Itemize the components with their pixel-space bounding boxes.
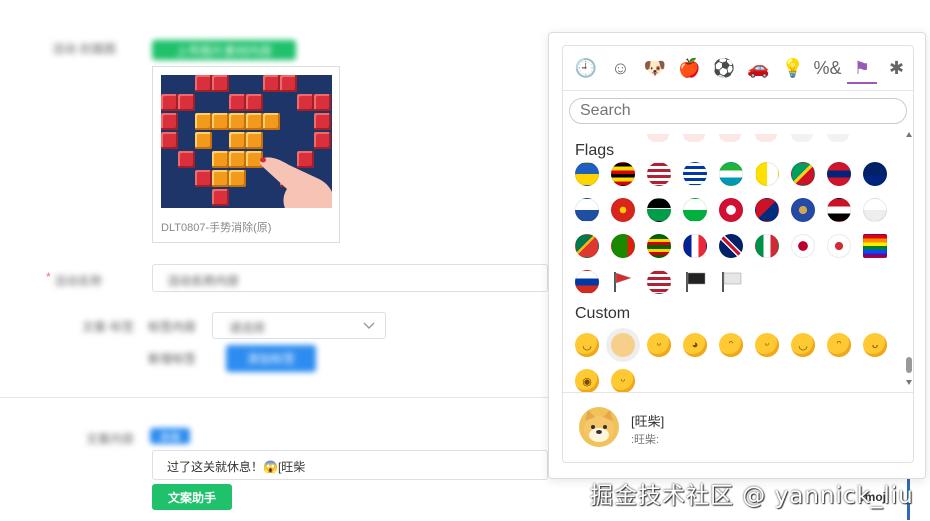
custom-emoji-icon[interactable]: ᴗ bbox=[863, 333, 887, 357]
name-input[interactable]: 活动名称内容 bbox=[152, 264, 548, 292]
game-thumbnail bbox=[161, 75, 332, 208]
country-flag-icon[interactable] bbox=[791, 162, 815, 186]
image-caption: DLT0807-手势消除(原) bbox=[161, 222, 272, 234]
required-asterisk: * bbox=[46, 270, 51, 284]
category-tab-activity-icon[interactable]: ⚽ bbox=[709, 54, 739, 82]
emoji-picker: 🕘☺🐶🍎⚽🚗💡%&⚑✱ Flags Custom ◡ᵕ◕ᵔᵕ◡ᵔᴗ◉ᵕ [旺柴]… bbox=[548, 32, 926, 479]
country-flag-icon[interactable] bbox=[575, 198, 599, 222]
country-flag-icon[interactable] bbox=[827, 234, 851, 258]
faded-prev-row bbox=[647, 134, 887, 142]
image-card[interactable]: DLT0807-手势消除(原) bbox=[152, 66, 340, 243]
country-flag-icon[interactable] bbox=[719, 162, 743, 186]
doge-preview-icon bbox=[579, 407, 619, 447]
category-bar: 🕘 ☺ 🐶 🍎 ⚽ 🚗 💡 %& ⚑ ✱ bbox=[563, 46, 913, 91]
custom-section-title: Custom bbox=[575, 305, 631, 322]
white-flag-icon[interactable] bbox=[719, 270, 743, 294]
tag-text: 标签内容 bbox=[148, 320, 197, 334]
country-flag-icon[interactable] bbox=[611, 198, 635, 222]
tag-label: 文案·标签 bbox=[82, 320, 134, 334]
country-flag-icon[interactable] bbox=[791, 198, 815, 222]
upload-button[interactable]: 上传图片素材内容 bbox=[152, 40, 296, 60]
content-textarea[interactable]: 过了这关就休息！😱[旺柴 bbox=[152, 450, 548, 480]
category-tab-objects-icon[interactable]: 💡 bbox=[778, 54, 808, 82]
category-tab-flags-icon[interactable]: ⚑ bbox=[847, 54, 877, 84]
emoji-picker-inner: 🕘☺🐶🍎⚽🚗💡%&⚑✱ Flags Custom ◡ᵕ◕ᵔᵕ◡ᵔᴗ◉ᵕ [旺柴]… bbox=[562, 45, 914, 463]
country-flag-icon[interactable] bbox=[719, 234, 743, 258]
country-flag-icon[interactable] bbox=[827, 198, 851, 222]
country-flag-icon[interactable] bbox=[863, 162, 887, 186]
emoji-search-input[interactable] bbox=[569, 98, 907, 124]
country-flag-icon[interactable] bbox=[683, 198, 707, 222]
category-tab-animals-icon[interactable]: 🐶 bbox=[640, 54, 670, 82]
section-divider bbox=[0, 397, 548, 398]
preview-code: :旺柴: bbox=[631, 434, 660, 446]
country-flag-icon[interactable] bbox=[647, 162, 671, 186]
custom-emoji-icon[interactable]: ◕ bbox=[683, 333, 707, 357]
custom-emoji-icon[interactable]: ◡ bbox=[575, 333, 599, 357]
chevron-down-icon bbox=[363, 322, 375, 329]
custom-emoji-icon[interactable]: ᵔ bbox=[719, 333, 743, 357]
content-textarea-value: 过了这关就休息！😱[旺柴 bbox=[167, 460, 306, 474]
tag-select-value: 请选择 bbox=[229, 321, 266, 335]
country-flag-icon[interactable] bbox=[611, 234, 635, 258]
country-flag-icon[interactable] bbox=[683, 234, 707, 258]
custom-emoji-icon[interactable]: ᵔ bbox=[827, 333, 851, 357]
emoji-preview: [旺柴] :旺柴: bbox=[563, 392, 913, 463]
country-flag-icon[interactable] bbox=[647, 270, 671, 294]
custom-emoji-icon[interactable]: ◡ bbox=[791, 333, 815, 357]
add-tag-text: 新增标签 bbox=[148, 352, 197, 366]
cover-label: 活动·封面图 bbox=[52, 42, 116, 56]
category-tab-custom-icon[interactable]: ✱ bbox=[882, 54, 912, 82]
flags-section-title: Flags bbox=[575, 142, 615, 159]
country-flag-icon[interactable] bbox=[575, 234, 599, 258]
country-flag-icon[interactable] bbox=[755, 162, 779, 186]
category-tab-recent-icon[interactable]: 🕘 bbox=[571, 54, 601, 82]
black-flag-icon[interactable] bbox=[683, 270, 707, 294]
country-flag-icon[interactable] bbox=[863, 234, 887, 258]
name-label: 活动名称 bbox=[54, 274, 103, 288]
country-flag-icon[interactable] bbox=[755, 198, 779, 222]
country-flag-icon[interactable] bbox=[647, 198, 671, 222]
country-flag-icon[interactable] bbox=[863, 198, 887, 222]
custom-emoji-icon[interactable]: ◉ bbox=[575, 369, 599, 393]
country-flag-icon[interactable] bbox=[755, 234, 779, 258]
custom-emoji-icon[interactable]: ᵕ bbox=[755, 333, 779, 357]
country-flag-icon[interactable] bbox=[791, 234, 815, 258]
tag-select[interactable]: 请选择 bbox=[212, 312, 386, 339]
watermark: 掘金技术社区 @ yannick_liu bbox=[590, 483, 914, 509]
category-tab-smileys-icon[interactable]: ☺ bbox=[606, 54, 636, 82]
country-flag-icon[interactable] bbox=[575, 270, 599, 294]
category-tab-symbols-icon[interactable]: %& bbox=[813, 54, 843, 82]
category-tab-food-icon[interactable]: 🍎 bbox=[675, 54, 705, 82]
country-flag-icon[interactable] bbox=[647, 234, 671, 258]
add-tag-button[interactable]: 添加标签 bbox=[226, 345, 316, 372]
copy-assist-button[interactable]: 文案助手 bbox=[152, 484, 232, 510]
custom-emoji-icon[interactable]: ᵕ bbox=[611, 369, 635, 393]
country-flag-icon[interactable] bbox=[719, 198, 743, 222]
country-flag-icon[interactable] bbox=[683, 162, 707, 186]
category-tab-travel-icon[interactable]: 🚗 bbox=[744, 54, 774, 82]
red-pennant-icon[interactable] bbox=[611, 270, 635, 294]
name-input-value: 活动名称内容 bbox=[167, 274, 240, 288]
country-flag-icon[interactable] bbox=[611, 162, 635, 186]
scrollbar[interactable] bbox=[905, 131, 913, 386]
country-flag-icon[interactable] bbox=[575, 162, 599, 186]
emoji-chip[interactable]: 表情 bbox=[150, 428, 190, 444]
doge-emoji-icon[interactable] bbox=[611, 333, 635, 357]
hand-icon bbox=[259, 145, 332, 208]
country-flag-icon[interactable] bbox=[827, 162, 851, 186]
custom-emoji-icon[interactable]: ᵕ bbox=[647, 333, 671, 357]
content-label: 文案内容 bbox=[86, 432, 135, 446]
preview-name: [旺柴] bbox=[631, 414, 665, 429]
